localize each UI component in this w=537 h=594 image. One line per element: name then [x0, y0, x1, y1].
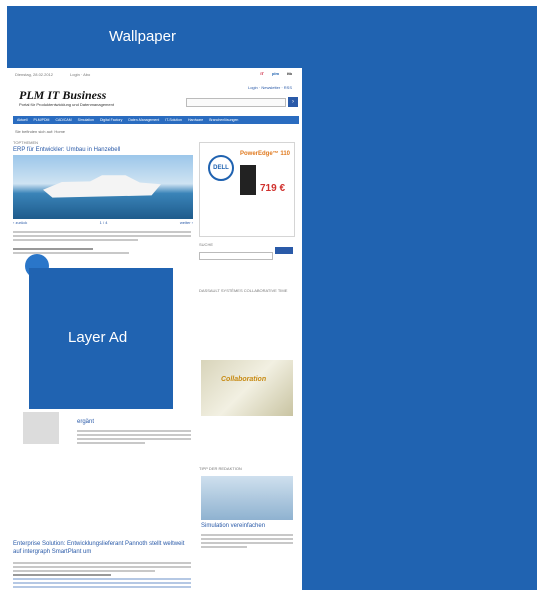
sidebar-search-button[interactable]	[275, 247, 293, 254]
tipp-caption[interactable]: Simulation vereinfachen	[201, 522, 265, 530]
nav-item[interactable]: Digital Factory	[100, 118, 122, 122]
login-link[interactable]: Login · Abo	[70, 72, 90, 77]
server-image	[240, 165, 256, 195]
nav-item[interactable]: IT-Solution	[165, 118, 182, 122]
enterprise-headline[interactable]: Enterprise Solution: Entwicklungsliefera…	[13, 540, 193, 556]
hero-headline[interactable]: ERP für Entwickler: Umbau in Hanzebell	[13, 146, 120, 154]
nav-item[interactable]: Hardware	[188, 118, 203, 122]
publisher-logo[interactable]: itb	[285, 70, 294, 77]
yacht-image	[43, 175, 161, 198]
previous-link[interactable]: ‹ zurück	[13, 220, 27, 225]
ad-price: 719 €	[260, 183, 286, 194]
publisher-logo[interactable]: IT	[258, 70, 266, 77]
collaboration-word: Collaboration	[221, 376, 267, 383]
nav-item[interactable]: Aktuell	[17, 118, 28, 122]
gallery-nav: ‹ zurück 1 / 4 weiter ›	[13, 220, 193, 225]
product-teaser	[77, 428, 191, 446]
tipp-label: TIPP DER REDAKTION	[199, 466, 242, 471]
nav-item[interactable]: CAD/CAM	[55, 118, 71, 122]
publisher-logo[interactable]: plm	[270, 70, 281, 77]
layer-ad-label: Layer Ad	[68, 329, 128, 346]
section-label: TOPTHEMEN	[13, 140, 39, 145]
search-input[interactable]	[186, 98, 286, 107]
breadcrumb[interactable]: Sie befinden sich auf: Home	[15, 129, 65, 134]
date-text: Dienstag, 28.02.2012	[15, 72, 54, 77]
nav-item[interactable]: Branchenlösungen	[209, 118, 238, 122]
tipp-image[interactable]	[201, 476, 293, 520]
hero-image[interactable]	[13, 155, 193, 219]
next-link[interactable]: weiter ›	[180, 220, 193, 225]
collaboration-banner[interactable]: Collaboration	[201, 360, 293, 416]
tipp-teaser	[201, 532, 293, 550]
collaboration-label: DASSAULT SYSTÈMES COLLABORATIVE TIME	[199, 288, 288, 293]
site-tagline: Portal für Produktentwicklung und Datenm…	[19, 102, 114, 107]
nav-item[interactable]: Simulation	[78, 118, 94, 122]
search-button[interactable]: ›	[288, 97, 298, 107]
top-links[interactable]: Login · Newsletter · RSS	[248, 85, 292, 90]
gallery-counter: 1 / 4	[99, 220, 108, 225]
dell-logo: DELL	[208, 155, 234, 181]
ad-product: PowerEdge™ 110	[240, 151, 291, 157]
dell-ad[interactable]: DELL PowerEdge™ 110 719 €	[199, 142, 295, 237]
sidebar-search-input[interactable]	[199, 252, 273, 260]
sidebar: DELL PowerEdge™ 110 719 € SUCHE DASSAULT…	[199, 136, 296, 588]
collaboration-box: DASSAULT SYSTÈMES COLLABORATIVE TIME	[199, 288, 295, 293]
wallpaper-label: Wallpaper	[109, 28, 176, 45]
main-nav: Aktuell PLM/PDM CAD/CAM Simulation Digit…	[13, 116, 299, 124]
tipp-box: TIPP DER REDAKTION	[199, 466, 295, 471]
site-logo[interactable]: PLM IT Business	[19, 88, 106, 103]
nav-item[interactable]: Daten-Management	[128, 118, 159, 122]
product-image[interactable]	[23, 412, 59, 444]
product-headline[interactable]: ergänt	[77, 418, 94, 426]
publisher-logos: IT plm itb	[258, 70, 294, 77]
search-box: SUCHE	[199, 242, 295, 265]
news-list	[13, 560, 191, 590]
nav-item[interactable]: PLM/PDM	[34, 118, 50, 122]
article-teaser	[13, 229, 191, 243]
